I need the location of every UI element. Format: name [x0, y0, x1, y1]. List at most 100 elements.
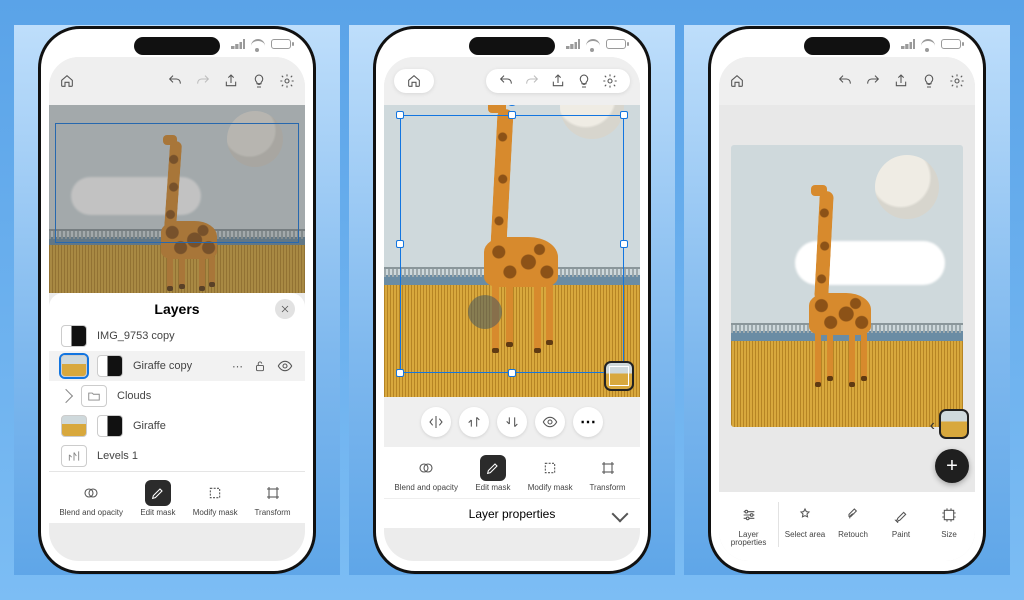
- edit-mask-tool[interactable]: Edit mask: [136, 480, 180, 517]
- ideas-button[interactable]: [251, 73, 267, 89]
- resize-handle-e[interactable]: [620, 240, 628, 248]
- device-notch: [804, 37, 890, 55]
- redo-button[interactable]: [524, 73, 540, 89]
- ideas-button[interactable]: [576, 73, 592, 89]
- share-button[interactable]: [223, 73, 239, 89]
- layers-drawer-chevron[interactable]: ‹: [930, 417, 935, 435]
- signal-icon: [231, 39, 245, 49]
- redo-button[interactable]: [865, 73, 881, 89]
- device-frame: Layers IMG_9753 copy Giraffe copy ⋯: [38, 26, 316, 574]
- showcase-tile-3: ‹ + Layer properties Select area: [684, 25, 1010, 575]
- layer-thumbnail: [61, 325, 87, 347]
- modify-mask-tool[interactable]: Modify mask: [528, 455, 573, 492]
- resize-handle-n[interactable]: [508, 111, 516, 119]
- undo-button[interactable]: [837, 73, 853, 89]
- visibility-button[interactable]: [535, 407, 565, 437]
- arrange-up-button[interactable]: [459, 407, 489, 437]
- resize-handle-s[interactable]: [508, 369, 516, 377]
- home-button[interactable]: [406, 73, 422, 89]
- settings-button[interactable]: [949, 73, 965, 89]
- selection-frame[interactable]: [400, 115, 624, 373]
- retouch-tool[interactable]: Retouch: [831, 502, 875, 547]
- undo-button[interactable]: [167, 73, 183, 89]
- select-area-tool[interactable]: Select area: [783, 502, 827, 547]
- main-toolbar: Layer properties Select area Retouch Pai…: [719, 492, 975, 561]
- settings-button[interactable]: [279, 73, 295, 89]
- resize-handle-ne[interactable]: [620, 111, 628, 119]
- tool-label: Modify mask: [193, 509, 238, 517]
- more-button[interactable]: ⋯: [573, 407, 603, 437]
- layer-row[interactable]: Clouds: [49, 381, 305, 411]
- modify-mask-tool[interactable]: Modify mask: [193, 480, 238, 517]
- home-button[interactable]: [729, 73, 745, 89]
- layer-properties-bar[interactable]: Layer properties: [384, 498, 640, 528]
- showcase-tile-1: Layers IMG_9753 copy Giraffe copy ⋯: [14, 25, 340, 575]
- battery-icon: [271, 39, 291, 49]
- layers-panel: Layers IMG_9753 copy Giraffe copy ⋯: [49, 293, 305, 471]
- resize-handle-sw[interactable]: [396, 369, 404, 377]
- tool-label: Modify mask: [528, 484, 573, 492]
- close-button[interactable]: [275, 299, 295, 319]
- battery-icon: [606, 39, 626, 49]
- tool-label: Blend and opacity: [394, 484, 458, 492]
- tool-label: Transform: [589, 484, 625, 492]
- quick-actions: ⋯: [384, 397, 640, 447]
- canvas[interactable]: [731, 145, 963, 427]
- wifi-icon: [251, 39, 265, 49]
- lock-icon[interactable]: [253, 359, 267, 373]
- tool-label: Size: [941, 531, 957, 539]
- transform-tool[interactable]: Transform: [251, 480, 295, 517]
- layer-name: Levels 1: [97, 450, 138, 462]
- canvas[interactable]: [49, 105, 305, 293]
- size-tool[interactable]: Size: [927, 502, 971, 547]
- chevron-down-icon: [612, 506, 629, 523]
- tool-label: Retouch: [838, 531, 868, 539]
- tool-label: Paint: [892, 531, 910, 539]
- resize-handle-w[interactable]: [396, 240, 404, 248]
- flip-horizontal-button[interactable]: [421, 407, 451, 437]
- layer-row[interactable]: Giraffe: [49, 411, 305, 441]
- device-notch: [469, 37, 555, 55]
- signal-icon: [566, 39, 580, 49]
- arrange-down-button[interactable]: [497, 407, 527, 437]
- layer-name: IMG_9753 copy: [97, 330, 175, 342]
- transform-tool[interactable]: Transform: [586, 455, 630, 492]
- touch-indicator: [468, 295, 502, 329]
- layer-row[interactable]: IMG_9753 copy: [49, 325, 305, 351]
- toolbar-divider: [778, 502, 779, 547]
- blend-tool[interactable]: Blend and opacity: [394, 455, 458, 492]
- rotate-handle[interactable]: [506, 105, 518, 106]
- layer-properties-tool[interactable]: Layer properties: [723, 502, 774, 547]
- tool-label: Layer properties: [723, 531, 774, 547]
- layer-mask-thumbnail: [97, 355, 123, 377]
- layer-row-selected[interactable]: Giraffe copy ⋯: [49, 351, 305, 381]
- device-frame: ‹ + Layer properties Select area: [708, 26, 986, 574]
- home-button[interactable]: [59, 73, 75, 89]
- add-button[interactable]: +: [935, 449, 969, 483]
- share-button[interactable]: [550, 73, 566, 89]
- undo-button[interactable]: [498, 73, 514, 89]
- tool-label: Select area: [785, 531, 825, 539]
- wifi-icon: [921, 39, 935, 49]
- redo-button[interactable]: [195, 73, 211, 89]
- showcase-tile-2: ⋯ Blend and opacity Edit mask Modify mas…: [349, 25, 675, 575]
- layer-row[interactable]: Levels 1: [49, 441, 305, 471]
- selection-frame[interactable]: [55, 123, 299, 243]
- active-layer-thumbnail[interactable]: [939, 409, 969, 439]
- expand-chevron-icon[interactable]: [59, 389, 73, 403]
- blend-tool[interactable]: Blend and opacity: [59, 480, 123, 517]
- settings-button[interactable]: [602, 73, 618, 89]
- paint-tool[interactable]: Paint: [879, 502, 923, 547]
- visibility-icon[interactable]: [277, 358, 293, 374]
- resize-handle-nw[interactable]: [396, 111, 404, 119]
- canvas[interactable]: [384, 105, 640, 397]
- battery-icon: [941, 39, 961, 49]
- layer-thumbnail: [61, 415, 87, 437]
- share-button[interactable]: [893, 73, 909, 89]
- more-button[interactable]: ⋯: [232, 360, 243, 373]
- edit-mask-tool[interactable]: Edit mask: [471, 455, 515, 492]
- ideas-button[interactable]: [921, 73, 937, 89]
- layer-property-tools: Blend and opacity Edit mask Modify mask …: [49, 471, 305, 523]
- top-toolbar: [719, 57, 975, 105]
- active-layer-thumbnail[interactable]: [604, 361, 634, 391]
